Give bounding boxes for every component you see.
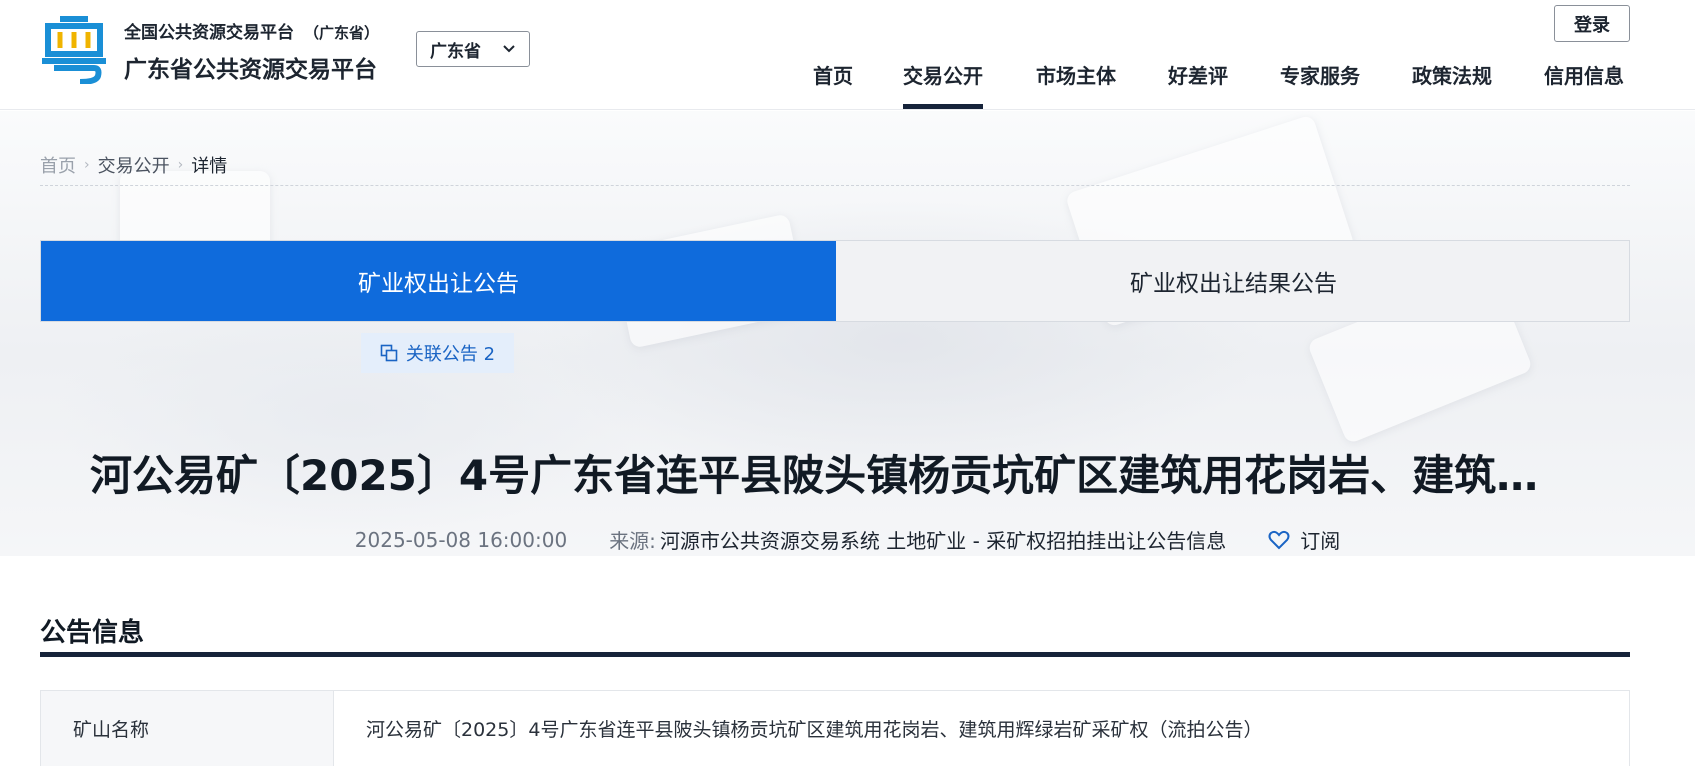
chevron-right-icon: › [84, 157, 90, 173]
nav-market-entity[interactable]: 市场主体 [1036, 60, 1116, 110]
brand-province: （广东省） [304, 24, 380, 42]
nav-home[interactable]: 首页 [813, 60, 853, 110]
source-label: 来源: [609, 529, 656, 553]
link-copy-icon [380, 344, 398, 362]
logo-emblem[interactable] [40, 14, 108, 84]
section-title: 公告信息 [40, 618, 145, 648]
related-label: 关联公告 2 [405, 344, 496, 365]
nav-review[interactable]: 好差评 [1168, 60, 1228, 110]
divider [40, 185, 1630, 186]
notice-title: 河公易矿〔2025〕4号广东省连平县陂头镇杨贡坑矿区建筑用花岗岩、建筑用辉绿岩矿… [90, 451, 1630, 500]
site-header: 全国公共资源交易平台 （广东省） 广东省公共资源交易平台 广东省 登录 首页 交易… [0, 0, 1695, 110]
region-select[interactable]: 广东省 [416, 31, 530, 67]
tab-transfer-result-notice[interactable]: 矿业权出让结果公告 [836, 241, 1631, 321]
info-key-mine-name: 矿山名称 [41, 691, 334, 766]
nav-policy[interactable]: 政策法规 [1412, 60, 1492, 110]
section-divider [40, 652, 1630, 657]
info-value-mine-name: 河公易矿〔2025〕4号广东省连平县陂头镇杨贡坑矿区建筑用花岗岩、建筑用辉绿岩矿… [366, 719, 1263, 741]
heart-icon [1268, 530, 1290, 549]
brand-line1: 全国公共资源交易平台 （广东省） [124, 18, 379, 43]
notice-tabs: 矿业权出让公告 矿业权出让结果公告 [40, 240, 1630, 322]
brand-name: 全国公共资源交易平台 [124, 23, 294, 43]
nav-expert-service[interactable]: 专家服务 [1280, 60, 1360, 110]
breadcrumb-current: 详情 [191, 156, 228, 177]
source-value: 河源市公共资源交易系统 土地矿业 - 采矿权招拍挂出让公告信息 [659, 529, 1227, 553]
subscribe-button[interactable]: 订阅 [1268, 525, 1340, 554]
tab-transfer-notice[interactable]: 矿业权出让公告 [41, 241, 836, 321]
chevron-right-icon: › [177, 157, 184, 173]
login-button[interactable]: 登录 [1554, 5, 1630, 42]
chevron-down-icon [503, 45, 515, 53]
related-notices-button[interactable]: 关联公告 2 [361, 333, 514, 373]
breadcrumb-home[interactable]: 首页 [40, 152, 76, 178]
breadcrumb: 首页 › 交易公开 › 详情 [40, 152, 227, 178]
breadcrumb-trade-public[interactable]: 交易公开 [98, 152, 170, 178]
info-table: 矿山名称 河公易矿〔2025〕4号广东省连平县陂头镇杨贡坑矿区建筑用花岗岩、建筑… [40, 690, 1630, 766]
nav-credit[interactable]: 信用信息 [1544, 60, 1624, 110]
nav-trade-public[interactable]: 交易公开 [903, 60, 983, 110]
notice-meta: 2025-05-08 16:00:00 来源: 河源市公共资源交易系统 土地矿业… [0, 525, 1695, 554]
region-selected: 广东省 [430, 41, 481, 62]
subscribe-label: 订阅 [1300, 529, 1341, 553]
brand-title[interactable]: 广东省公共资源交易平台 [124, 50, 377, 84]
publish-date: 2025-05-08 16:00:00 [354, 527, 568, 552]
